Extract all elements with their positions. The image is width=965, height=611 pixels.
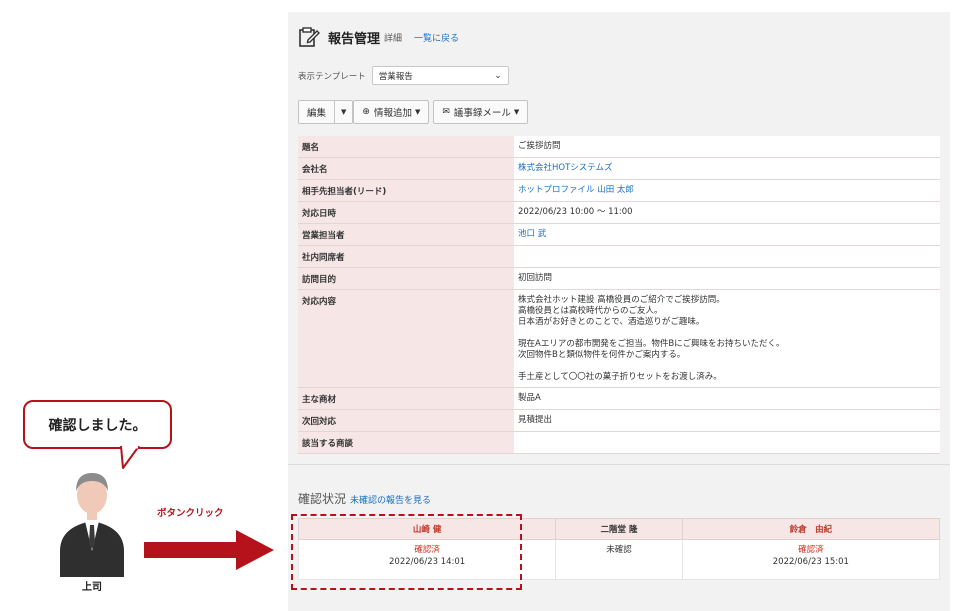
plus-circle-icon: ⊕: [362, 107, 370, 117]
detail-key: 次回対応: [298, 409, 514, 432]
confirmation-title: 確認状況: [298, 492, 347, 506]
detail-value: [514, 431, 940, 454]
detail-row: 対応日時 2022/06/23 10:00 ～ 11:00: [298, 201, 940, 224]
edit-dropdown-button[interactable]: ▼: [335, 100, 354, 124]
detail-key: 会社名: [298, 157, 514, 180]
title-row: 報告管理 詳細 一覧に戻る: [298, 26, 459, 48]
detail-value-line: 高橋役員とは高校時代からのご友人。: [518, 306, 663, 316]
caret-down-icon: ▼: [414, 108, 421, 116]
detail-value: 見積提出: [514, 409, 940, 432]
action-toolbar: 編集 ▼ ⊕ 情報追加 ▼ ✉ 議事録メール ▼: [298, 100, 529, 124]
detail-value-line: 製品A: [518, 393, 541, 403]
detail-row: 営業担当者 池口 武: [298, 223, 940, 246]
unconfirmed-reports-link[interactable]: 未確認の報告を見る: [350, 493, 431, 506]
detail-row: 次回対応 見積提出: [298, 409, 940, 432]
detail-value[interactable]: ホットプロファイル 山田 太郎: [514, 179, 940, 202]
minutes-mail-label: 議事録メール: [453, 108, 511, 119]
detail-value-line: 見積提出: [518, 415, 553, 425]
detail-key: 題名: [298, 136, 514, 158]
edit-button-group: 編集 ▼: [298, 100, 354, 124]
button-click-label: ボタンクリック: [157, 508, 224, 519]
detail-value-line: 初回訪問: [518, 273, 553, 283]
chevron-down-icon: ⌄: [494, 70, 502, 81]
detail-key: 相手先担当者(リード): [298, 179, 514, 202]
report-detail-panel: 報告管理 詳細 一覧に戻る 表示テンプレート 営業報告 ⌄ 編集 ▼ ⊕ 情報追…: [288, 12, 950, 611]
detail-value[interactable]: 株式会社HOTシステムズ: [514, 157, 940, 180]
detail-key: 該当する商談: [298, 431, 514, 454]
detail-row: 題名 ご挨拶訪問: [298, 136, 940, 158]
detail-value-line: 2022/06/23 10:00 ～ 11:00: [518, 207, 633, 217]
confirmation-header: 確認状況 未確認の報告を見る: [298, 490, 431, 507]
detail-value-line: 池口 武: [518, 229, 547, 239]
report-edit-icon: [299, 27, 320, 47]
detail-value: 初回訪問: [514, 267, 940, 290]
speech-bubble: 確認しました。: [23, 400, 172, 449]
add-info-button[interactable]: ⊕ 情報追加 ▼: [353, 100, 430, 124]
detail-row: 対応内容 株式会社ホット建設 高橋役員のご紹介でご挨拶訪問。 高橋役員とは高校時代か…: [298, 289, 940, 388]
detail-value: [514, 245, 940, 268]
detail-value: 2022/06/23 10:00 ～ 11:00: [514, 201, 940, 224]
detail-row: 該当する商談: [298, 431, 940, 454]
template-selected-value: 営業報告: [378, 71, 413, 82]
confirmation-cell[interactable]: 未確認: [555, 539, 683, 580]
detail-key: 対応日時: [298, 201, 514, 224]
detail-row: 訪問目的 初回訪問: [298, 267, 940, 290]
detail-row: 会社名 株式会社HOTシステムズ: [298, 157, 940, 180]
page-subtitle: 詳細: [384, 33, 403, 44]
speech-bubble-text: 確認しました。: [48, 417, 147, 434]
detail-row: 社内同席者: [298, 245, 940, 268]
report-detail-table: 題名 ご挨拶訪問 会社名 株式会社HOTシステムズ 相手先担当者(リード) ホットプロファ…: [298, 136, 940, 454]
confirmation-cell[interactable]: 確認済 2022/06/23 15:01: [681, 539, 941, 580]
caret-down-icon: ▼: [341, 108, 347, 116]
detail-value-line: 手土産として〇〇社の菓子折りセットをお渡し済み。: [518, 372, 722, 382]
detail-value: 製品A: [514, 387, 940, 410]
template-row: 表示テンプレート 営業報告 ⌄: [298, 66, 509, 85]
detail-value-line: 日本酒がお好きとのことで、酒造巡りがご趣味。: [518, 317, 705, 327]
confirmer-name: 鈴倉 由紀: [681, 518, 941, 540]
confirmation-table: 山崎 健 二階堂 隆 鈴倉 由紀 確認済 2022/06/23 14:01 未確…: [297, 518, 941, 580]
boss-label: 上司: [82, 582, 102, 593]
detail-key: 訪問目的: [298, 267, 514, 290]
edit-button[interactable]: 編集: [298, 100, 336, 124]
detail-value-line: ご挨拶訪問: [518, 141, 561, 151]
detail-value-line: ホットプロファイル 山田 太郎: [518, 185, 634, 195]
detail-value-line: 現在Aエリアの都市開発をご担当。物件Bにご興味をお持ちいただく。: [518, 339, 785, 349]
detail-key: 対応内容: [298, 289, 514, 388]
add-info-label: 情報追加: [373, 108, 412, 119]
confirmation-cell[interactable]: 確認済 2022/06/23 14:01: [297, 539, 557, 580]
section-divider: [288, 464, 950, 465]
caret-down-icon: ▼: [513, 108, 520, 116]
detail-key: 営業担当者: [298, 223, 514, 246]
detail-key: 社内同席者: [298, 245, 514, 268]
edit-button-label: 編集: [307, 108, 327, 119]
detail-row: 主な商材 製品A: [298, 387, 940, 410]
confirmation-time: 2022/06/23 14:01: [389, 557, 466, 567]
detail-key: 主な商材: [298, 387, 514, 410]
detail-value: 株式会社ホット建設 高橋役員のご紹介でご挨拶訪問。 高橋役員とは高校時代からのご友…: [514, 289, 940, 388]
back-to-list-link[interactable]: 一覧に戻る: [414, 31, 459, 44]
confirmer-name: 山崎 健: [297, 518, 557, 540]
template-select[interactable]: 営業報告 ⌄: [371, 66, 509, 85]
boss-person-icon: [60, 473, 124, 577]
page-title: 報告管理: [328, 31, 381, 47]
confirmation-status: 確認済: [414, 545, 440, 555]
confirmation-status: 未確認: [606, 545, 632, 555]
detail-value-line: [518, 328, 936, 339]
arrow-right-icon: [144, 530, 274, 570]
template-label: 表示テンプレート: [298, 71, 366, 82]
detail-value-line: 株式会社HOTシステムズ: [518, 163, 613, 173]
confirmer-name: 二階堂 隆: [555, 518, 683, 540]
detail-value-line: [518, 361, 936, 372]
detail-value[interactable]: 池口 武: [514, 223, 940, 246]
detail-value-line: 次回物件Bと類似物件を何件かご案内する。: [518, 350, 686, 360]
detail-row: 相手先担当者(リード) ホットプロファイル 山田 太郎: [298, 179, 940, 202]
confirmation-time: 2022/06/23 15:01: [772, 557, 849, 567]
envelope-icon: ✉: [442, 107, 450, 117]
detail-value: ご挨拶訪問: [514, 136, 940, 158]
detail-value-line: 株式会社ホット建設 高橋役員のご紹介でご挨拶訪問。: [518, 295, 725, 305]
minutes-mail-button[interactable]: ✉ 議事録メール ▼: [433, 100, 529, 124]
confirmation-status: 確認済: [798, 545, 824, 555]
